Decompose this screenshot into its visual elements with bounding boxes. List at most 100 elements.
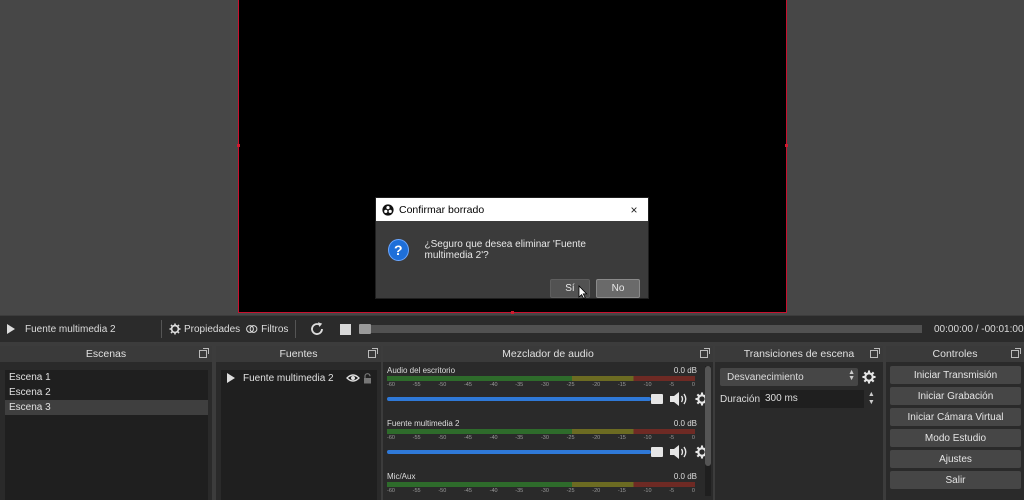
- undock-icon[interactable]: [700, 348, 710, 358]
- exit-button[interactable]: Salir: [890, 471, 1021, 489]
- chevron-updown-icon: ▲ ▼: [848, 369, 855, 382]
- resize-handle[interactable]: [237, 144, 240, 147]
- settings-button[interactable]: Ajustes: [890, 450, 1021, 468]
- scenes-title: Escenas: [85, 348, 127, 360]
- undock-icon[interactable]: [368, 348, 378, 358]
- confirm-delete-dialog: Confirmar borrado × ? ¿Seguro que desea …: [375, 197, 649, 299]
- transition-select-row: Desvanecimiento ▲ ▼: [720, 368, 877, 386]
- start-virtual-camera-button[interactable]: Iniciar Cámara Virtual: [890, 408, 1021, 426]
- obs-logo-icon: [382, 203, 394, 216]
- scrollbar-thumb[interactable]: [705, 366, 711, 466]
- volume-meter: [387, 429, 695, 434]
- dialog-body: ? ¿Seguro que desea eliminar 'Fuente mul…: [376, 221, 648, 269]
- filters-button[interactable]: Filtros: [243, 323, 291, 335]
- controls-header: Controles: [886, 346, 1024, 362]
- duration-input[interactable]: 300 ms: [760, 390, 864, 408]
- scenes-dock: Escenas Escena 1 Escena 2 Escena 3: [0, 346, 212, 500]
- controls-list: Iniciar Transmisión Iniciar Grabación In…: [886, 362, 1024, 489]
- channel-name: Fuente multimedia 2: [387, 419, 460, 428]
- audio-channel: Audio del escritorio 0.0 dB -60 -55 -50 -45-…: [387, 366, 709, 419]
- dialog-title: Confirmar borrado: [399, 203, 485, 216]
- volume-slider[interactable]: [387, 394, 663, 404]
- volume-meter: [387, 376, 695, 381]
- properties-button[interactable]: Propiedades: [166, 323, 243, 335]
- sources-title: Fuentes: [279, 348, 318, 360]
- volume-handle[interactable]: [651, 447, 663, 457]
- channel-db: 0.0 dB: [673, 472, 697, 481]
- resize-handle[interactable]: [785, 144, 788, 147]
- seek-slider[interactable]: [359, 324, 922, 334]
- volume-slider[interactable]: [387, 447, 663, 457]
- eye-icon[interactable]: [346, 373, 360, 383]
- meter-ticks: -60 -55 -50 -45 -40 -35 -30 -25 -20 -15 -10 -5 0: [387, 488, 695, 494]
- volume-handle[interactable]: [651, 394, 663, 404]
- divider: [161, 320, 162, 338]
- transitions-title: Transiciones de escena: [743, 348, 855, 360]
- mixer-header: Mezclador de audio: [383, 346, 713, 362]
- volume-meter: [387, 482, 695, 487]
- mixer-scrollbar[interactable]: [705, 366, 711, 496]
- undock-icon[interactable]: [870, 348, 880, 358]
- audio-mixer-dock: Mezclador de audio Audio del escritorio 0…: [383, 346, 713, 500]
- media-source-icon: [227, 373, 235, 383]
- source-item-label: Fuente multimedia 2: [243, 372, 334, 384]
- scenes-list: Escena 1 Escena 2 Escena 3: [5, 370, 208, 500]
- undock-icon[interactable]: [1011, 348, 1021, 358]
- speaker-icon[interactable]: [669, 444, 689, 460]
- speaker-icon[interactable]: [669, 391, 689, 407]
- channel-name: Audio del escritorio: [387, 366, 456, 375]
- undock-icon[interactable]: [199, 348, 209, 358]
- sources-header: Fuentes: [216, 346, 381, 362]
- stop-icon[interactable]: [340, 323, 352, 335]
- resize-handle[interactable]: [511, 311, 514, 314]
- properties-label: Propiedades: [184, 323, 241, 335]
- dialog-buttons: Sí No: [376, 279, 648, 298]
- meter-ticks: -60 -55 -50 -45 -40 -35 -30 -25 -20 -15 -10 -5 0: [387, 382, 695, 388]
- restart-icon[interactable]: [308, 320, 326, 338]
- duration-row: Duración 300 ms ▲ ▼: [720, 390, 877, 408]
- transition-selected: Desvanecimiento: [727, 371, 804, 383]
- seek-handle[interactable]: [359, 324, 372, 334]
- scene-item[interactable]: Escena 1: [5, 370, 208, 385]
- duration-label: Duración: [720, 393, 761, 405]
- media-source-name: Fuente multimedia 2: [25, 323, 116, 335]
- channel-db: 0.0 dB: [673, 419, 697, 428]
- mouse-cursor-icon: [578, 285, 588, 299]
- studio-mode-button[interactable]: Modo Estudio: [890, 429, 1021, 447]
- audio-channel: Mic/Aux 0.0 dB -60 -55 -50 -45 -40 -35 -30 -25 -2…: [387, 472, 709, 500]
- transitions-dock: Transiciones de escena Desvanecimiento ▲…: [715, 346, 883, 500]
- scenes-header: Escenas: [0, 346, 212, 362]
- channel-name: Mic/Aux: [387, 472, 416, 481]
- mixer-channels: Audio del escritorio 0.0 dB -60 -55 -50 -45-…: [383, 362, 713, 500]
- no-button[interactable]: No: [596, 279, 640, 298]
- close-icon[interactable]: ×: [626, 203, 642, 217]
- gear-icon: [169, 323, 181, 335]
- filters-icon: [246, 325, 258, 333]
- meter-ticks: -60 -55 -50 -45 -40 -35 -30 -25 -20 -15 -10 -5 0: [387, 435, 695, 441]
- transition-dropdown[interactable]: Desvanecimiento ▲ ▼: [720, 368, 858, 386]
- source-item[interactable]: Fuente multimedia 2: [221, 370, 377, 386]
- channel-db: 0.0 dB: [673, 366, 697, 375]
- controls-dock: Controles Iniciar Transmisión Iniciar Gr…: [886, 346, 1024, 500]
- lock-icon[interactable]: [363, 372, 372, 384]
- media-controls-bar: Fuente multimedia 2 Propiedades Filtros …: [0, 316, 1024, 342]
- mixer-title: Mezclador de audio: [502, 348, 594, 360]
- scene-item[interactable]: Escena 2: [5, 385, 208, 400]
- duration-stepper[interactable]: ▲ ▼: [866, 391, 877, 407]
- gear-icon[interactable]: [862, 370, 876, 384]
- start-recording-button[interactable]: Iniciar Grabación: [890, 387, 1021, 405]
- sources-dock: Fuentes Fuente multimedia 2: [216, 346, 381, 500]
- question-icon: ?: [388, 239, 409, 261]
- sources-list: Fuente multimedia 2: [221, 370, 377, 500]
- scene-item-selected[interactable]: Escena 3: [5, 400, 208, 415]
- dialog-titlebar[interactable]: Confirmar borrado ×: [376, 198, 648, 221]
- divider: [295, 320, 297, 338]
- start-streaming-button[interactable]: Iniciar Transmisión: [890, 366, 1021, 384]
- dialog-message: ¿Seguro que desea eliminar 'Fuente multi…: [424, 239, 586, 261]
- controls-title: Controles: [932, 348, 978, 360]
- time-display: 00:00:00 / -00:01:00: [934, 323, 1024, 335]
- filters-label: Filtros: [261, 323, 289, 335]
- audio-channel: Fuente multimedia 2 0.0 dB -60 -55 -50 -45 -4…: [387, 419, 709, 472]
- play-icon[interactable]: [7, 324, 15, 334]
- transitions-header: Transiciones de escena: [715, 346, 883, 362]
